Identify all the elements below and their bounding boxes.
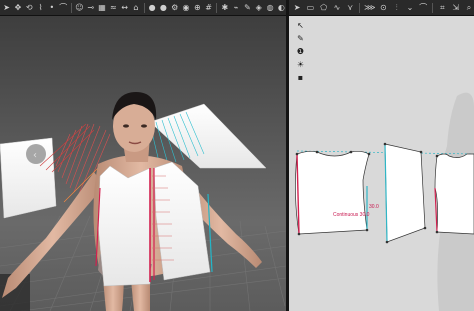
notch-icon[interactable]: ⌄ [405, 2, 415, 13]
pointer-icon[interactable]: ↖ [295, 20, 306, 31]
toolbar-separator [143, 2, 145, 13]
button-icon[interactable]: ⊙ [378, 2, 388, 13]
pattern-back[interactable] [434, 153, 474, 235]
dot-icon[interactable]: ● [147, 2, 156, 13]
select-icon[interactable]: ➤ [2, 2, 11, 13]
record-icon[interactable]: ◍ [265, 2, 274, 13]
measure-icon[interactable]: ⊸ [86, 2, 95, 13]
pattern-tools: ↖ ✎ ❶ ☀ ▪ [295, 20, 307, 83]
pattern-window-2d[interactable]: ↖ ✎ ❶ ☀ ▪ Continuous 30.0 30.0 [289, 16, 474, 311]
rotate-icon[interactable]: ⟲ [25, 2, 34, 13]
camera-icon[interactable]: ◉ [181, 2, 190, 13]
toolbar-separator [70, 2, 72, 13]
paint-icon[interactable]: ✎ [243, 2, 252, 13]
snap-icon[interactable]: ⊕ [193, 2, 202, 13]
pattern-side-panel[interactable] [383, 142, 427, 244]
grade-icon[interactable]: ⇲ [451, 2, 461, 13]
chevron-left-icon: ‹ [33, 150, 37, 161]
seam-icon[interactable]: ⫶ [392, 2, 402, 13]
pattern-canvas [295, 92, 474, 311]
mesh-icon[interactable]: ◈ [254, 2, 263, 13]
trace-icon[interactable]: ⌗ [437, 2, 447, 13]
wind-icon[interactable]: ≈ [109, 2, 118, 13]
segment-length-label-right: 30.0 [369, 204, 379, 210]
dart-icon[interactable]: ⋎ [345, 2, 355, 13]
move-icon[interactable]: ✥ [13, 2, 22, 13]
toolbar-separator [432, 2, 434, 13]
brush-tool-icon[interactable]: ☀ [295, 59, 306, 70]
avatar-icon[interactable]: ☺ [75, 2, 84, 13]
pin-icon[interactable]: • [47, 2, 56, 13]
toolbar-3d: ➤ ✥ ⟲ ⌇ • ⌒ ☺ ⊸ ▦ ≈ ↔ ⌂ ● ● ⚙ ◉ ⊕ # ✱ ⌁ ✎ ◈ ◍ ◐ [0, 0, 286, 16]
toolbar-separator [359, 2, 361, 13]
polygon-icon[interactable]: ⬠ [319, 2, 329, 13]
grid-icon[interactable]: # [204, 2, 213, 13]
sewing-icon[interactable]: ⌇ [36, 2, 45, 13]
garment-front[interactable] [95, 161, 213, 287]
texture-icon[interactable]: ▦ [97, 2, 106, 13]
fold-icon[interactable]: ⌒ [418, 2, 428, 13]
pattern-front[interactable] [295, 150, 371, 236]
square-tool-icon[interactable]: ▪ [295, 72, 306, 83]
circle-tool-icon[interactable]: ❶ [295, 46, 306, 57]
settings-icon[interactable]: ⚙ [170, 2, 179, 13]
view-icon[interactable]: ◐ [277, 2, 286, 13]
segment-length-label: Continuous 30.0 [333, 212, 370, 218]
fold-icon[interactable]: ⌒ [59, 2, 68, 13]
bone-icon[interactable]: ⌁ [231, 2, 240, 13]
clo3d-app: ➤ ✥ ⟲ ⌇ • ⌒ ☺ ⊸ ▦ ≈ ↔ ⌂ ● ● ⚙ ◉ ⊕ # ✱ ⌁ ✎ ◈ ◍ ◐ ➤ ▭ ⬠ ∿ ⋎ ⋙ ⊙ ⫶ ⌄ ⌒ ⌗ ⇲ ⌕ [0, 0, 474, 311]
edit-pen-icon[interactable]: ✎ [295, 33, 306, 44]
hanger-icon[interactable]: ⌂ [131, 2, 140, 13]
stretch-icon[interactable]: ↔ [120, 2, 129, 13]
rect-icon[interactable]: ▭ [305, 2, 315, 13]
curve-icon[interactable]: ∿ [332, 2, 342, 13]
select-icon[interactable]: ➤ [292, 2, 302, 13]
toolbar-separator [216, 2, 218, 13]
light-icon[interactable]: ✱ [220, 2, 229, 13]
scene-3d: ‹ [0, 92, 286, 311]
dot-icon[interactable]: ● [159, 2, 168, 13]
zoom-icon[interactable]: ⌕ [464, 2, 474, 13]
pleat-icon[interactable]: ⋙ [364, 2, 375, 13]
viewport-3d[interactable]: ‹ [0, 16, 286, 311]
toolbar-2d: ➤ ▭ ⬠ ∿ ⋎ ⋙ ⊙ ⫶ ⌄ ⌒ ⌗ ⇲ ⌕ [289, 0, 474, 16]
